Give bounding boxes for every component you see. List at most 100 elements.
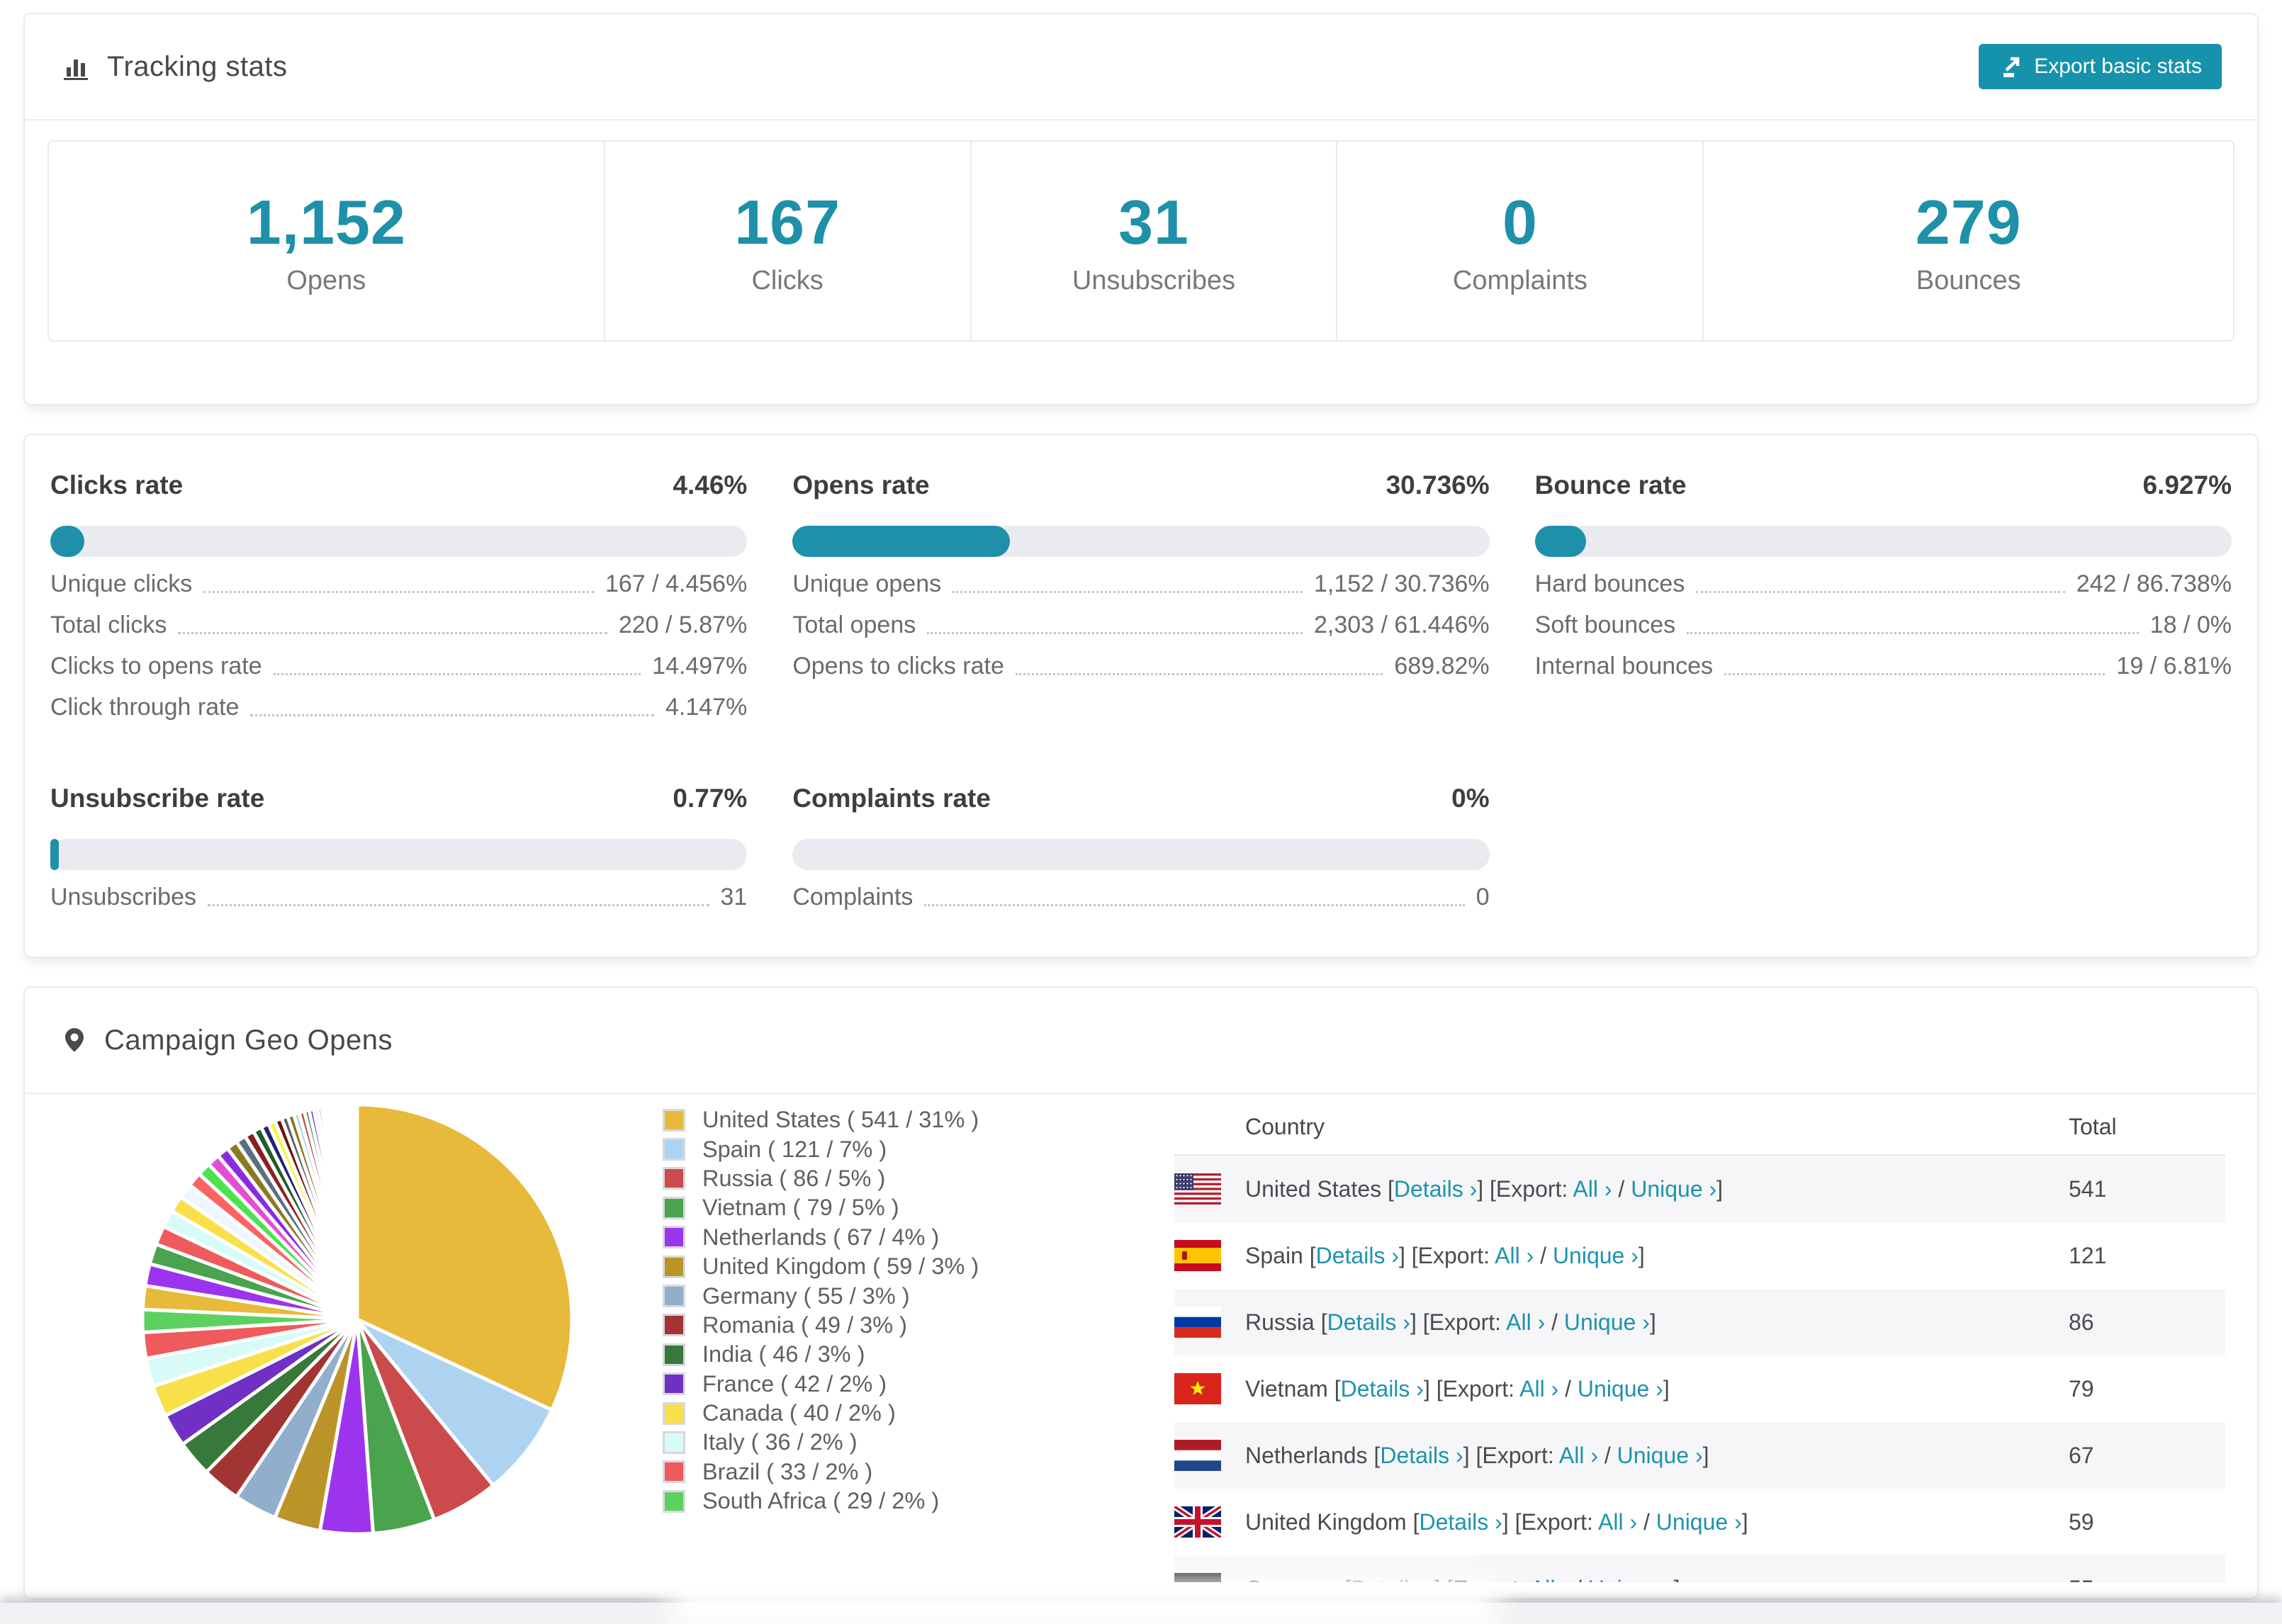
legend-label: Vietnam ( 79 / 5% ) <box>702 1195 899 1221</box>
stat-cell-bounces: 279 Bounces <box>1702 142 2233 340</box>
rate-detail-value: 0 <box>1476 884 1490 910</box>
tracking-stats-card: Tracking stats Export basic stats 1,152 … <box>23 13 2259 405</box>
details-link[interactable]: Details › <box>1316 1243 1399 1268</box>
country-total: 59 <box>2069 1509 2094 1535</box>
export-all-link[interactable]: All › <box>1495 1243 1534 1268</box>
rate-block: Opens rate 30.736% Unique opens 1,152 / … <box>792 470 1490 721</box>
export-all-link[interactable]: All › <box>1559 1443 1598 1468</box>
export-unique-link[interactable]: Unique › <box>1564 1309 1650 1335</box>
flag-nl-icon <box>1174 1440 1221 1471</box>
legend-item[interactable]: Vietnam ( 79 / 5% ) <box>663 1193 979 1222</box>
export-unique-link[interactable]: Unique › <box>1578 1376 1663 1402</box>
column-header-country: Country <box>1245 1114 1325 1139</box>
legend-label: Romania ( 49 / 3% ) <box>702 1312 908 1338</box>
legend-swatch-icon <box>663 1402 685 1425</box>
rate-head: Complaints rate 0% <box>792 784 1489 813</box>
legend-item[interactable]: France ( 42 / 2% ) <box>663 1370 979 1399</box>
details-link[interactable]: Details › <box>1394 1176 1477 1202</box>
legend-swatch-icon <box>663 1460 685 1484</box>
legend-item[interactable]: Brazil ( 33 / 2% ) <box>663 1457 979 1487</box>
legend-item[interactable]: Germany ( 55 / 3% ) <box>663 1281 979 1310</box>
export-all-link[interactable]: All › <box>1506 1309 1545 1335</box>
stat-label: Bounces <box>1916 265 2021 295</box>
geo-content: United States ( 541 / 31% ) Spain ( 121 … <box>25 1094 2257 1598</box>
stat-value: 167 <box>734 186 841 257</box>
rate-detail-label: Unsubscribes <box>50 884 196 910</box>
country-total: 86 <box>2069 1309 2094 1335</box>
legend-swatch-icon <box>663 1372 685 1396</box>
table-row-vn: Vietnam [Details ›] [Export: All › / Uni… <box>1174 1355 2225 1422</box>
legend-swatch-icon <box>663 1255 685 1278</box>
legend-item[interactable]: United Kingdom ( 59 / 3% ) <box>663 1252 979 1281</box>
rate-value: 6.927% <box>2142 470 2232 500</box>
export-all-link[interactable]: All › <box>1573 1176 1612 1202</box>
rate-title: Opens rate <box>792 470 930 500</box>
details-link[interactable]: Details › <box>1327 1309 1410 1335</box>
details-link[interactable]: Details › <box>1341 1376 1424 1402</box>
geo-opens-header: Campaign Geo Opens <box>25 988 2257 1094</box>
rate-detail-row: Soft bounces 18 / 0% <box>1534 611 2232 639</box>
details-link[interactable]: Details › <box>1419 1509 1502 1535</box>
legend-item[interactable]: Romania ( 49 / 3% ) <box>663 1311 979 1340</box>
country-total: 55 <box>2069 1576 2094 1583</box>
legend-swatch-icon <box>663 1108 685 1132</box>
legend-item[interactable]: Canada ( 40 / 2% ) <box>663 1399 979 1428</box>
flag-vn-icon <box>1174 1373 1221 1404</box>
legend-label: United Kingdom ( 59 / 3% ) <box>702 1253 979 1280</box>
export-basic-stats-button[interactable]: Export basic stats <box>1979 44 2222 89</box>
stat-label: Opens <box>286 265 366 295</box>
legend-item[interactable]: India ( 46 / 3% ) <box>663 1340 979 1369</box>
legend-label: United States ( 541 / 31% ) <box>702 1107 979 1133</box>
rate-detail-row: Opens to clicks rate 689.82% <box>792 653 1489 680</box>
legend-item[interactable]: Russia ( 86 / 5% ) <box>663 1164 979 1193</box>
rate-title: Bounce rate <box>1534 470 1687 500</box>
dotted-leader <box>1696 591 2065 593</box>
legend-item[interactable]: South Africa ( 29 / 2% ) <box>663 1487 979 1516</box>
dotted-leader <box>952 591 1303 593</box>
dotted-leader <box>1687 632 2139 634</box>
dotted-leader <box>924 904 1465 906</box>
country-name: United States <box>1245 1175 1382 1202</box>
export-all-link[interactable]: All › <box>1519 1376 1558 1402</box>
stat-value: 279 <box>1915 186 2022 257</box>
geo-opens-pie-chart[interactable] <box>137 1100 577 1539</box>
export-unique-link[interactable]: Unique › <box>1617 1443 1703 1468</box>
rates-card: Clicks rate 4.46% Unique clicks 167 / 4.… <box>23 434 2259 958</box>
country-total: 541 <box>2069 1175 2107 1202</box>
flag-us-icon <box>1174 1173 1221 1205</box>
stat-cell-clicks: 167 Clicks <box>603 142 970 340</box>
legend-swatch-icon <box>663 1138 685 1161</box>
map-pin-icon <box>60 1026 89 1054</box>
rate-value: 0% <box>1451 784 1490 813</box>
rate-detail-label: Complaints <box>792 884 914 910</box>
export-unique-link[interactable]: Unique › <box>1588 1576 1674 1583</box>
legend-item[interactable]: United States ( 541 / 31% ) <box>663 1105 979 1134</box>
rate-value: 30.736% <box>1386 470 1490 500</box>
export-unique-link[interactable]: Unique › <box>1631 1176 1716 1202</box>
stat-value: 1,152 <box>246 186 406 257</box>
legend-item[interactable]: Spain ( 121 / 7% ) <box>663 1134 979 1163</box>
country-total: 79 <box>2069 1375 2094 1402</box>
progress-fill <box>1534 526 1586 557</box>
legend-swatch-icon <box>663 1285 685 1308</box>
country-name: Russia <box>1245 1309 1315 1335</box>
details-link[interactable]: Details › <box>1380 1443 1463 1468</box>
dotted-leader <box>250 714 654 716</box>
export-all-link[interactable]: All › <box>1598 1509 1637 1535</box>
legend-item[interactable]: Netherlands ( 67 / 4% ) <box>663 1223 979 1252</box>
export-unique-link[interactable]: Unique › <box>1656 1509 1742 1535</box>
stat-label: Clicks <box>751 265 824 295</box>
rate-detail-label: Clicks to opens rate <box>50 653 262 680</box>
legend-item[interactable]: Italy ( 36 / 2% ) <box>663 1428 979 1457</box>
rate-title: Clicks rate <box>50 470 184 500</box>
column-header-total: Total <box>2069 1114 2117 1139</box>
export-all-link[interactable]: All › <box>1530 1576 1569 1583</box>
legend-label: South Africa ( 29 / 2% ) <box>702 1488 940 1514</box>
rate-detail-row: Total clicks 220 / 5.87% <box>50 611 747 639</box>
rate-detail-value: 2,303 / 61.446% <box>1314 611 1490 638</box>
page-title: Tracking stats <box>107 50 288 82</box>
table-row-nl: Netherlands [Details ›] [Export: All › /… <box>1174 1422 2225 1489</box>
rate-detail-label: Soft bounces <box>1534 611 1676 638</box>
export-unique-link[interactable]: Unique › <box>1553 1243 1639 1268</box>
flag-gb-icon <box>1174 1504 1223 1540</box>
